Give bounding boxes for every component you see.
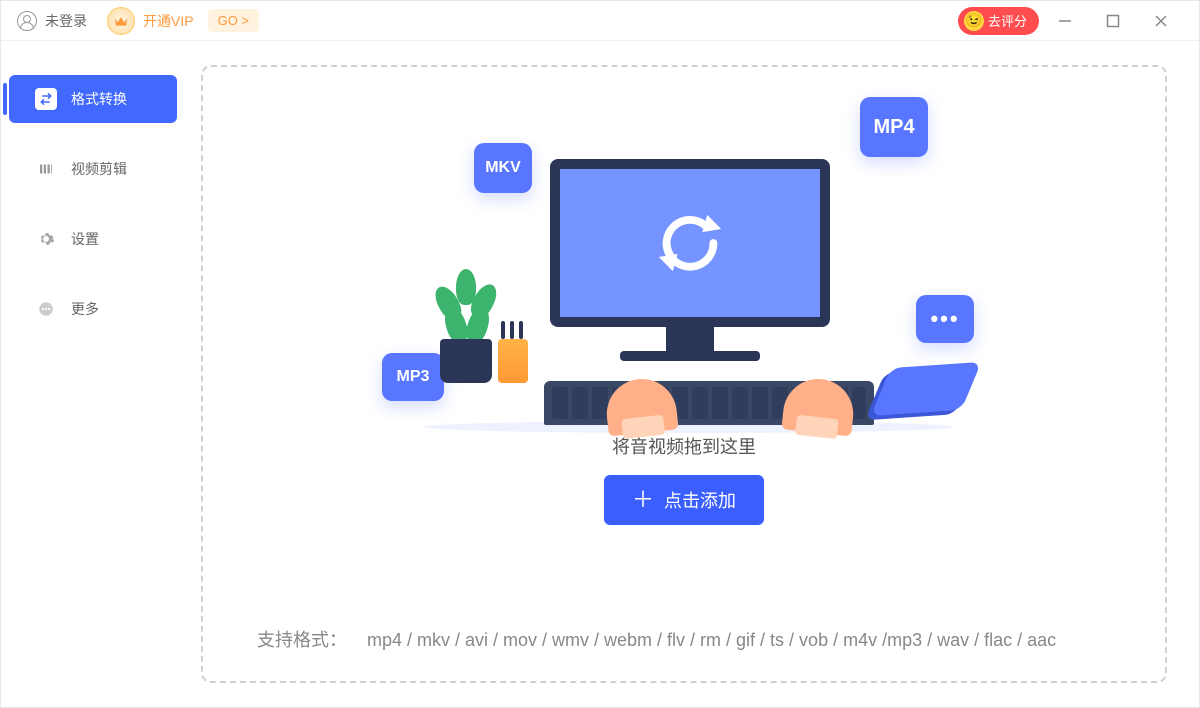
sidebar-item-label: 视频剪辑 — [71, 159, 127, 179]
cup-decoration — [498, 339, 528, 383]
more-icon — [35, 298, 57, 320]
add-button-label: 点击添加 — [664, 487, 736, 513]
go-chip[interactable]: GO > — [208, 9, 259, 32]
sidebar-item-label: 格式转换 — [71, 89, 127, 109]
wink-emoji-icon: 😉 — [964, 11, 984, 31]
rate-label: 去评分 — [988, 11, 1027, 30]
plus-icon: ＋ — [632, 489, 654, 511]
close-button[interactable] — [1139, 1, 1183, 41]
user-icon — [17, 11, 37, 31]
format-tag-mp4: MP4 — [860, 97, 928, 157]
crown-icon — [107, 7, 135, 35]
illustration: MKV MP4 MP3 ••• — [374, 85, 994, 425]
format-tag-mkv: MKV — [474, 143, 532, 193]
dropzone[interactable]: MKV MP4 MP3 ••• — [201, 65, 1167, 683]
plant-decoration — [434, 273, 498, 383]
sidebar-item-label: 设置 — [71, 229, 99, 249]
sidebar-item-format-convert[interactable]: 格式转换 — [1, 71, 181, 127]
convert-icon — [35, 88, 57, 110]
sidebar-item-more[interactable]: 更多 — [1, 281, 181, 337]
vip-badge[interactable]: 开通VIP GO > — [107, 7, 259, 35]
login-status-text: 未登录 — [45, 11, 87, 31]
phone-decoration — [871, 362, 982, 416]
supported-label: 支持格式： — [257, 630, 347, 650]
refresh-icon — [651, 204, 729, 282]
rate-button[interactable]: 😉 去评分 — [958, 7, 1039, 35]
supported-list: mp4 / mkv / avi / mov / wmv / webm / flv… — [367, 630, 1056, 650]
monitor-decoration — [550, 159, 830, 349]
vip-label: 开通VIP — [143, 11, 194, 31]
supported-formats: 支持格式： mp4 / mkv / avi / mov / wmv / webm … — [257, 626, 1111, 655]
login-status[interactable]: 未登录 — [17, 11, 87, 31]
sidebar: 格式转换 视频剪辑 设置 更多 — [1, 41, 181, 707]
maximize-button[interactable] — [1091, 1, 1135, 41]
add-file-button[interactable]: ＋ 点击添加 — [604, 475, 764, 525]
format-tag-more: ••• — [916, 295, 974, 343]
minimize-button[interactable] — [1043, 1, 1087, 41]
gear-icon — [35, 228, 57, 250]
clip-icon — [35, 158, 57, 180]
sidebar-item-video-clip[interactable]: 视频剪辑 — [1, 141, 181, 197]
sidebar-item-settings[interactable]: 设置 — [1, 211, 181, 267]
sidebar-item-label: 更多 — [71, 299, 99, 319]
